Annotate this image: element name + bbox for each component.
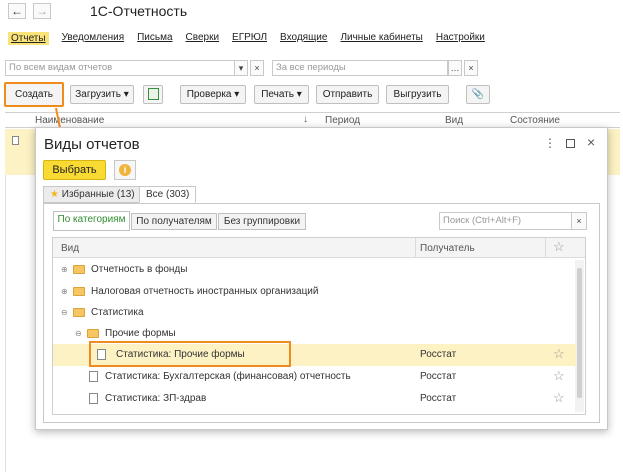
grid-row-zp-zdrav[interactable]: Статистика: ЗП-здрав Росстат ☆ (53, 388, 576, 410)
folder-icon (73, 302, 85, 324)
folder-icon (73, 281, 85, 303)
row-recipient: Росстат (420, 371, 457, 382)
col-divider (545, 238, 546, 258)
tab-favorites-label: Избранные (13) (61, 189, 135, 200)
grid-row-other-forms-selected[interactable]: Статистика: Прочие формы Росстат ☆ (53, 341, 576, 367)
search-clear-button[interactable]: × (571, 212, 587, 230)
col-divider (415, 238, 416, 258)
close-icon: × (576, 216, 582, 226)
choose-button[interactable]: Выбрать (43, 160, 106, 180)
close-icon[interactable]: × (587, 134, 595, 150)
tab-favorites[interactable]: ★ Избранные (13) (43, 186, 142, 203)
scrollbar[interactable] (575, 260, 584, 412)
expand-icon[interactable]: ⊕ (61, 281, 68, 303)
folder-icon (73, 259, 85, 281)
expand-icon[interactable]: ⊕ (61, 259, 68, 281)
group-by-recipient[interactable]: По получателям (131, 213, 217, 230)
favorite-star-icon[interactable]: ☆ (553, 365, 565, 387)
maximize-icon[interactable] (566, 139, 575, 148)
scrollbar-thumb[interactable] (577, 268, 582, 398)
collapse-icon[interactable]: ⊖ (61, 302, 68, 324)
grid-col-recipient[interactable]: Получатель (420, 243, 475, 254)
document-icon (97, 344, 106, 366)
search-input[interactable]: Поиск (Ctrl+Alt+F) (439, 212, 572, 230)
grid-row-statistics[interactable]: ⊖ Статистика (53, 302, 576, 324)
grid-header: Вид Получатель ☆ (53, 238, 585, 258)
document-icon (89, 388, 98, 410)
row-label: Статистика: Бухгалтерская (финансовая) о… (105, 371, 351, 382)
group-none[interactable]: Без группировки (218, 213, 306, 230)
row-label: Отчетность в фонды (91, 264, 188, 275)
grid-row-foreign-tax[interactable]: ⊕ Налоговая отчетность иностранных орган… (53, 281, 576, 303)
row-label: Статистика: Прочие формы (116, 349, 245, 360)
grid-col-kind[interactable]: Вид (61, 243, 79, 254)
dialog-title: Виды отчетов (44, 136, 140, 153)
document-icon (89, 366, 98, 388)
row-label: Налоговая отчетность иностранных организ… (91, 286, 319, 297)
favorite-star-icon[interactable]: ☆ (553, 343, 565, 365)
tab-all[interactable]: Все (303) (139, 186, 197, 203)
group-by-category[interactable]: По категориям (53, 211, 130, 231)
star-icon: ★ (50, 189, 59, 200)
grid-row-accounting[interactable]: Статистика: Бухгалтерская (финансовая) о… (53, 366, 576, 388)
favorite-header-icon[interactable]: ☆ (553, 239, 565, 255)
favorite-star-icon[interactable]: ☆ (553, 387, 565, 409)
more-icon[interactable]: ⋮ (544, 136, 556, 150)
grid-row-funds[interactable]: ⊕ Отчетность в фонды (53, 259, 576, 281)
collapse-icon[interactable]: ⊖ (75, 323, 82, 345)
row-label: Статистика: ЗП-здрав (105, 393, 207, 404)
info-icon: i (119, 164, 131, 176)
row-recipient: Росстат (420, 393, 457, 404)
info-button[interactable]: i (114, 160, 136, 180)
row-recipient: Росстат (420, 349, 457, 360)
row-label: Статистика (91, 307, 144, 318)
